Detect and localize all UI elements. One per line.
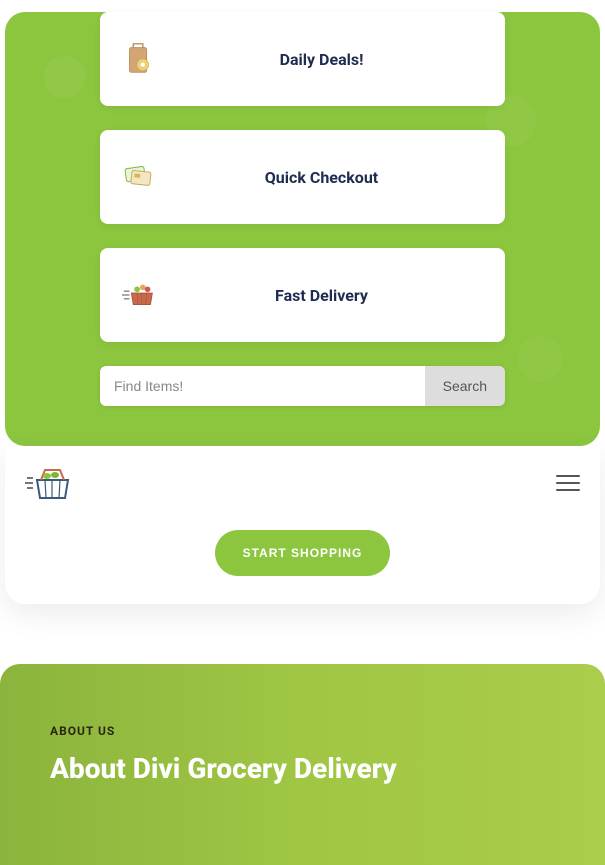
about-section: ABOUT US About Divi Grocery Delivery — [0, 664, 605, 865]
search-button[interactable]: Search — [425, 366, 505, 406]
cta-container: START SHOPPING — [25, 530, 580, 576]
feature-label-daily-deals: Daily Deals! — [158, 50, 485, 69]
header-bar: START SHOPPING — [5, 446, 600, 604]
feature-card-daily-deals[interactable]: Daily Deals! — [100, 12, 505, 106]
payment-cards-icon — [120, 158, 158, 196]
search-form: Search — [100, 366, 505, 406]
basket-delivery-icon — [120, 276, 158, 314]
menu-hamburger-icon[interactable] — [556, 475, 580, 491]
feature-label-fast-delivery: Fast Delivery — [158, 286, 485, 305]
about-title: About Divi Grocery Delivery — [50, 752, 555, 785]
start-shopping-button[interactable]: START SHOPPING — [215, 530, 391, 576]
logo-basket-icon[interactable] — [25, 464, 75, 502]
shopping-bag-icon — [120, 40, 158, 78]
search-input[interactable] — [100, 366, 425, 406]
hero-features-section: Daily Deals! Quick Checkout — [5, 12, 600, 446]
feature-label-quick-checkout: Quick Checkout — [158, 168, 485, 187]
about-eyebrow: ABOUT US — [50, 724, 555, 738]
feature-card-quick-checkout[interactable]: Quick Checkout — [100, 130, 505, 224]
feature-card-fast-delivery[interactable]: Fast Delivery — [100, 248, 505, 342]
